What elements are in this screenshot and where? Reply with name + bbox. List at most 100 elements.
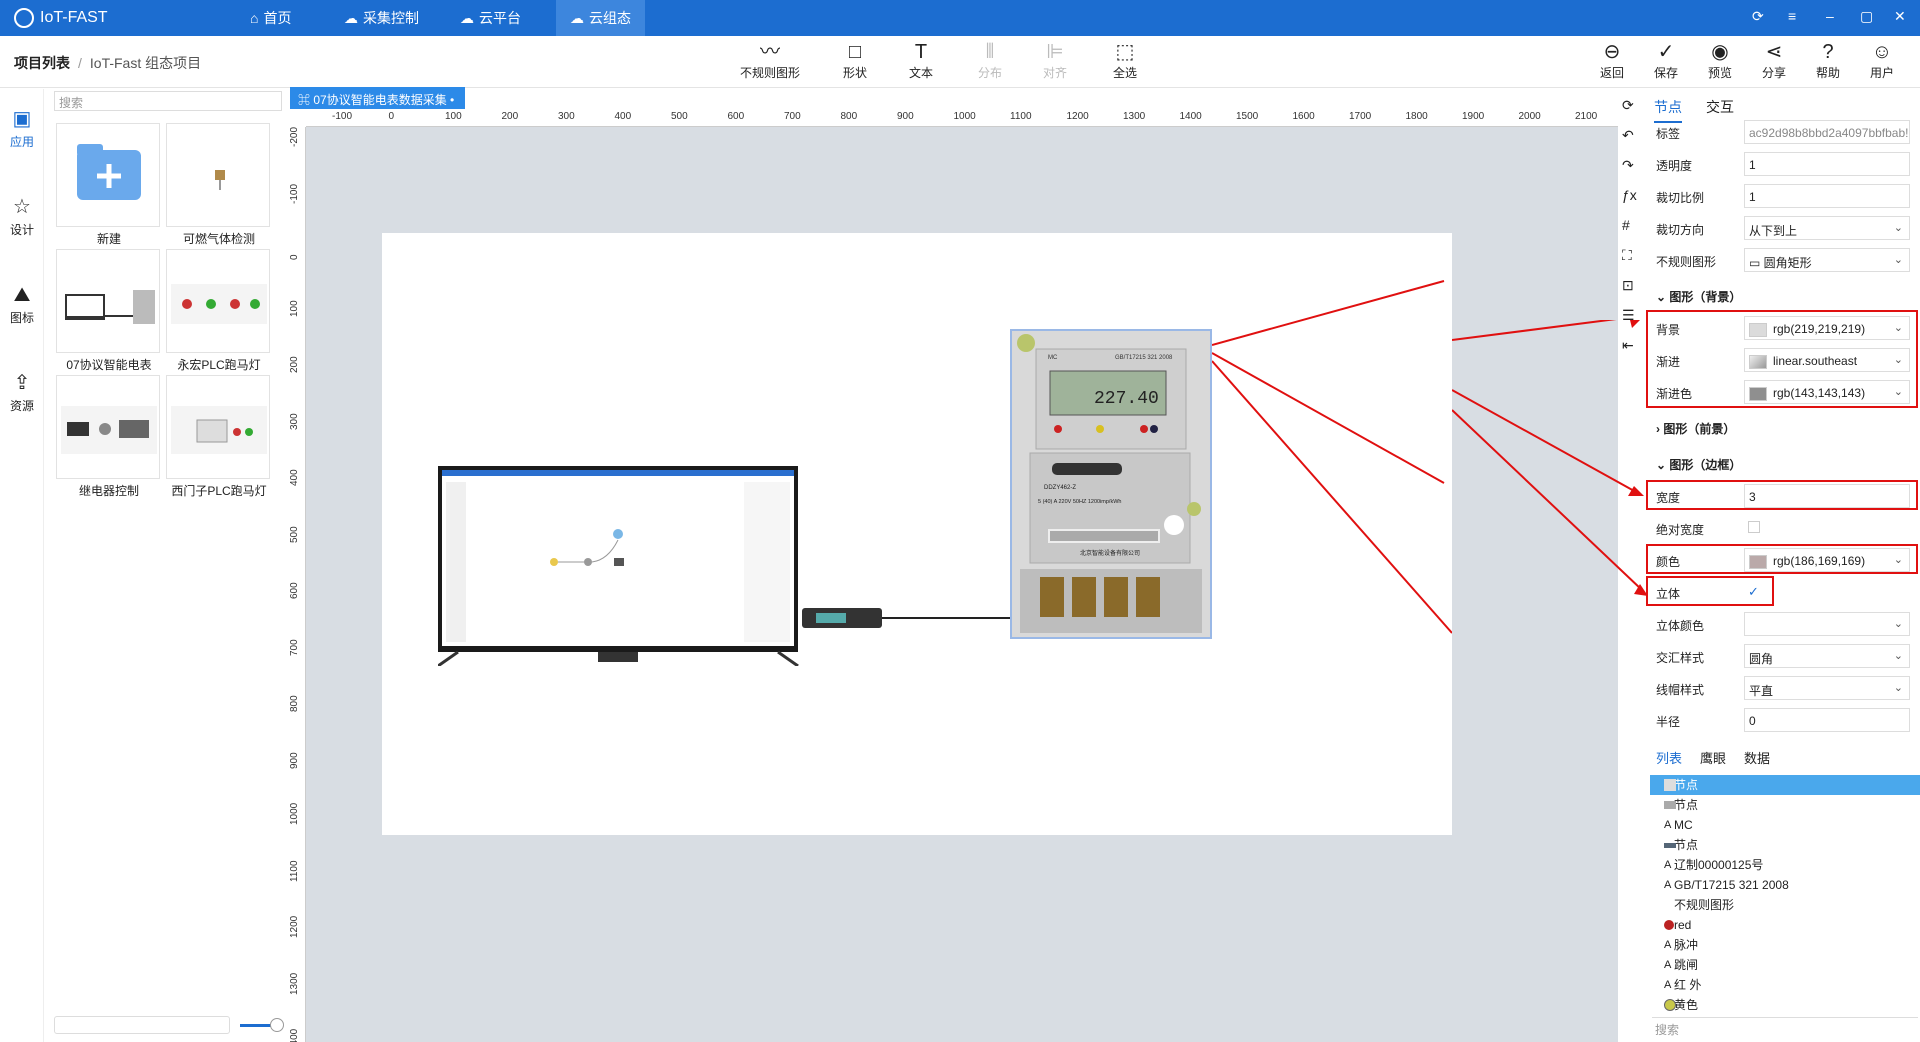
canvas-area[interactable]: MC GB/T17215 321 2008 227.40 DDZY462-Z 5… [306, 127, 1618, 1042]
ruler-tick-label: 1400 [289, 1028, 300, 1042]
section-fg[interactable]: › 图形（前景） [1656, 420, 1735, 437]
nav-cloud-platform[interactable]: ☁ 云平台 [446, 0, 535, 36]
tree-row[interactable]: 黄色 [1650, 995, 1920, 1015]
nav-collect[interactable]: ☁ 采集控制 [330, 0, 433, 36]
undo-icon[interactable]: ↶ [1622, 127, 1634, 144]
tool-label: 全选 [1112, 66, 1137, 80]
shape-tool[interactable]: □ 形状 [820, 40, 890, 81]
list-icon[interactable]: ☰ [1622, 307, 1635, 324]
plc-thumbnail [171, 284, 267, 324]
tree-row[interactable]: 节点 [1650, 835, 1920, 855]
menu-icon[interactable]: ≡ [1788, 8, 1796, 24]
prop-cap: 线帽样式 平直 ⌄ [1652, 674, 1918, 702]
tab-interact[interactable]: 交互 [1706, 97, 1734, 117]
capture-icon[interactable]: ⊡ [1622, 277, 1634, 294]
tab-data[interactable]: 数据 [1744, 751, 1770, 766]
usb-converter-node[interactable] [802, 600, 1012, 636]
opacity-input[interactable]: 1 [1744, 152, 1910, 176]
help-button[interactable]: ? 帮助 [1806, 40, 1850, 81]
library-bottom-input[interactable] [54, 1016, 230, 1034]
abs-width-checkbox[interactable] [1748, 521, 1760, 533]
section-bg[interactable]: ⌄ 图形（背景） [1656, 288, 1741, 305]
card-label: 新建 [96, 232, 121, 246]
tree-search-input[interactable]: 搜索 [1652, 1017, 1918, 1037]
share-button[interactable]: ⋖ 分享 [1752, 40, 1796, 81]
tree-row[interactable]: 节点 [1650, 775, 1920, 795]
back-button[interactable]: ⊖ 返回 [1590, 40, 1634, 81]
library-card-gas[interactable]: 可燃气体检测 [166, 123, 270, 246]
function-icon[interactable]: ƒx [1622, 187, 1637, 203]
tree-row[interactable]: 节点 [1650, 795, 1920, 815]
tree-label: 辽制00000125号 [1674, 858, 1764, 872]
user-button[interactable]: ☺ 用户 [1860, 40, 1904, 81]
tool-label: 分布 [977, 66, 1002, 80]
nav-cloud-scada[interactable]: ☁ 云组态 [556, 0, 645, 36]
prop-solid-color: 立体颜色 ⌄ [1652, 610, 1918, 638]
minimize-icon[interactable]: – [1826, 8, 1834, 24]
text-tool[interactable]: T 文本 [886, 40, 956, 81]
zoom-slider[interactable] [240, 1018, 284, 1032]
annotation-arrows [1212, 280, 1452, 634]
prop-irregular: 不规则图形 ▭ 圆角矩形 ⌄ [1652, 246, 1918, 274]
tab-eagle-eye[interactable]: 鹰眼 [1700, 751, 1726, 766]
clip-ratio-input[interactable]: 1 [1744, 184, 1910, 208]
tree-row[interactable]: red [1650, 915, 1920, 935]
library-search-input[interactable]: 搜索 [54, 91, 282, 111]
solid-color-select[interactable]: ⌄ [1744, 612, 1910, 636]
slider-knob[interactable] [270, 1018, 284, 1032]
grid-icon[interactable]: # [1622, 217, 1630, 233]
section-border[interactable]: ⌄ 图形（边框） [1656, 456, 1741, 473]
redo-icon[interactable]: ↷ [1622, 157, 1634, 174]
breadcrumb-root[interactable]: 项目列表 [14, 55, 70, 71]
tree-row[interactable]: A MC [1650, 815, 1920, 835]
refresh-icon[interactable]: ⟳ [1752, 8, 1764, 25]
library-card-meter[interactable]: 07协议智能电表 [56, 249, 160, 372]
join-select[interactable]: 圆角 ⌄ [1744, 644, 1910, 668]
tree-row[interactable]: A 跳闸 [1650, 955, 1920, 975]
nav-home[interactable]: ⌂ 首页 [236, 0, 305, 36]
tree-row[interactable]: A 脉冲 [1650, 935, 1920, 955]
select-all-tool[interactable]: ⬚ 全选 [1090, 40, 1160, 81]
text-icon: A [1664, 939, 1672, 951]
library-card-yonghong-plc[interactable]: 永宏PLC跑马灯 [166, 249, 270, 372]
canvas-sheet[interactable]: MC GB/T17215 321 2008 227.40 DDZY462-Z 5… [382, 233, 1452, 835]
tree-row[interactable]: A GB/T17215 321 2008 [1650, 875, 1920, 895]
left-nav-resource[interactable]: ⇪ 资源 [0, 371, 44, 414]
clip-dir-select[interactable]: 从下到上 ⌄ [1744, 216, 1910, 240]
app-logo[interactable]: IoT-FAST [14, 8, 108, 28]
radius-input[interactable]: 0 [1744, 708, 1910, 732]
close-icon[interactable]: ✕ [1894, 8, 1906, 25]
tab-list[interactable]: 列表 [1656, 751, 1682, 766]
align-tool[interactable]: ⊫ 对齐 [1020, 40, 1090, 81]
distribute-tool[interactable]: ⫴ 分布 [955, 40, 1025, 81]
preview-button[interactable]: ◉ 预览 [1698, 40, 1742, 81]
ruler-tick-label: 2000 [1518, 111, 1541, 122]
refresh-icon[interactable]: ⟳ [1622, 97, 1634, 114]
canvas-tab[interactable]: ⌘ 07协议智能电表数据采集 • [290, 87, 465, 109]
fit-icon[interactable]: ⛶ [1622, 247, 1632, 264]
cap-select[interactable]: 平直 ⌄ [1744, 676, 1910, 700]
library-card-siemens-plc[interactable]: 西门子PLC跑马灯 [166, 375, 270, 498]
maximize-icon[interactable]: ▢ [1860, 8, 1873, 25]
left-nav-design[interactable]: ☆ 设计 [0, 195, 44, 238]
outdent-icon[interactable]: ⇤ [1622, 337, 1634, 354]
tree-row[interactable]: A红 外 [1650, 975, 1920, 995]
left-nav-app[interactable]: ▣ 应用 [0, 107, 44, 150]
monitor-node[interactable] [438, 466, 800, 666]
tree-row[interactable]: A 辽制00000125号 [1650, 855, 1920, 875]
save-button[interactable]: ✓ 保存 [1644, 40, 1688, 81]
irregular-select[interactable]: ▭ 圆角矩形 ⌄ [1744, 248, 1910, 272]
chevron-down-icon: ⌄ [1893, 618, 1903, 630]
help-icon: ? [1822, 41, 1834, 63]
library-card-new[interactable]: 新建 [56, 123, 160, 246]
ruler-tick-label: 1800 [1405, 111, 1428, 122]
smart-meter-node[interactable]: MC GB/T17215 321 2008 227.40 DDZY462-Z 5… [1010, 329, 1212, 639]
left-nav-icon[interactable]: ⛰ 图标 [0, 283, 44, 326]
library-card-relay[interactable]: 继电器控制 [56, 375, 160, 498]
prop-radius: 半径 0 [1652, 706, 1918, 734]
ruler-tick-label: 1300 [289, 972, 300, 995]
irregular-shape-tool[interactable]: 〰不规则图形 [735, 40, 805, 81]
tree-row[interactable]: 不规则图形 [1650, 895, 1920, 915]
ruler-tick-label: 900 [897, 111, 914, 122]
tag-input[interactable]: ac92d98b8bbd2a4097bbfbab! [1744, 120, 1910, 144]
